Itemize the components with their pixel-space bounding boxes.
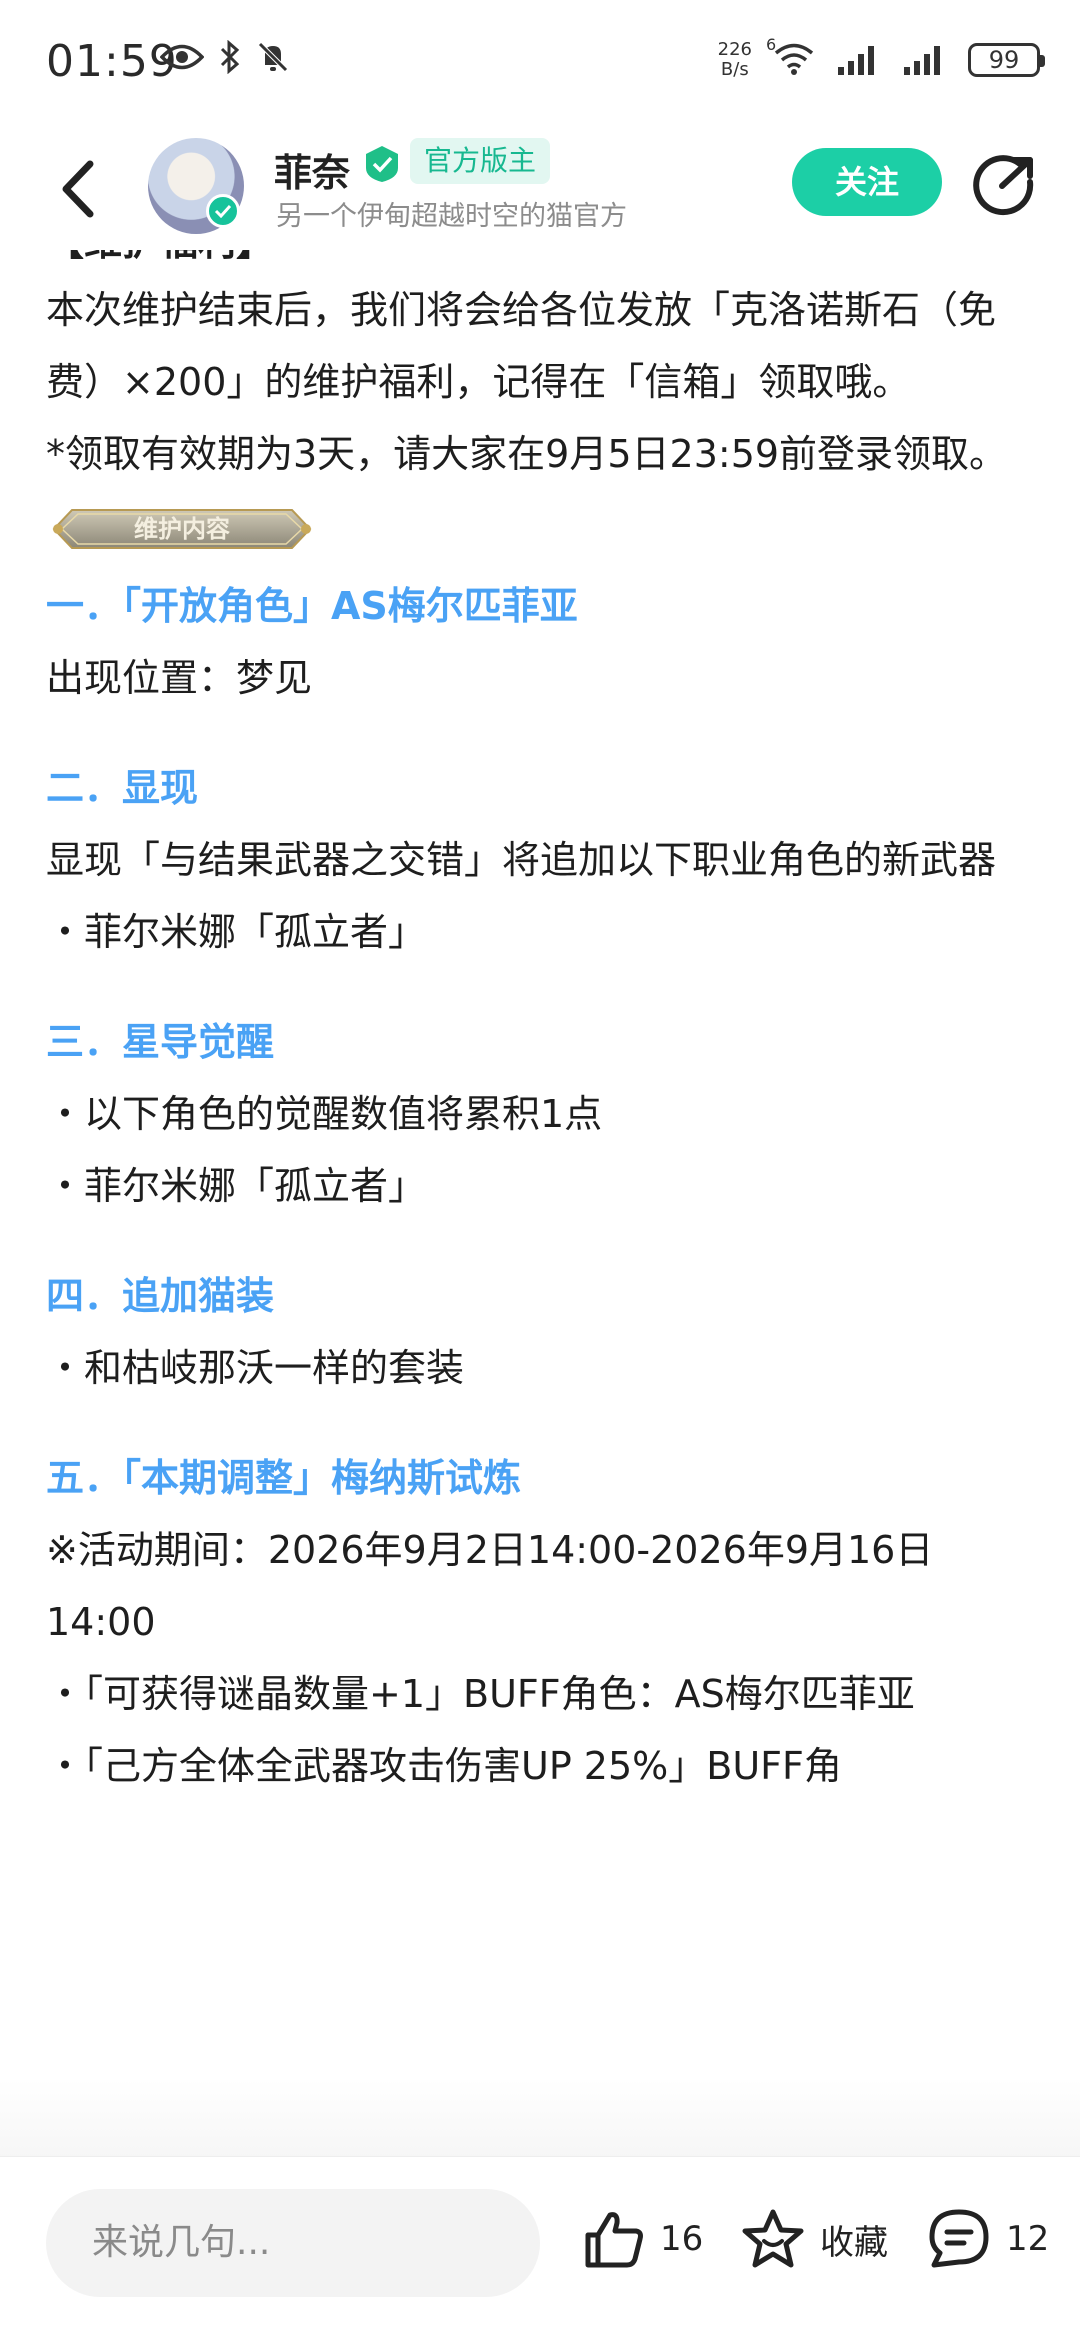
section-heading: 五．「本期调整」梅纳斯试炼 [46, 1456, 522, 1500]
author-subtitle: 另一个伊甸超越时空的猫官方 [276, 201, 627, 232]
post-content: 【维护福利】 本次维护结束后，我们将会给各位发放「克洛诺斯石（免费）×200」的… [46, 250, 1036, 1802]
section-2: 二．显现 显现「与结果武器之交错」将追加以下职业角色的新武器 ・菲尔米娜「孤立者… [46, 752, 1036, 968]
section-line: ・菲尔米娜「孤立者」 [46, 1164, 427, 1208]
banner-label: 维护内容 [134, 514, 230, 543]
net-speed-value: 226 [717, 39, 752, 60]
status-left-icons [160, 40, 290, 74]
signal-icon [838, 46, 874, 75]
section-line: 显现「与结果武器之交错」将追加以下职业角色的新武器 [46, 838, 997, 882]
wifi-indicator: 6 [766, 35, 816, 79]
bluetooth-icon [220, 40, 240, 74]
post-header: 菲奈 官方版主 另一个伊甸超越时空的猫官方 关注 [0, 130, 1080, 250]
thumbs-up-icon [585, 2212, 643, 2268]
section-4: 四．追加猫装 ・和枯岐那沃一样的套装 [46, 1260, 1036, 1404]
section-1: 一．「开放角色」AS梅尔匹菲亚 出现位置：梦见 [46, 570, 1036, 714]
follow-button[interactable]: 关注 [792, 148, 942, 216]
bottom-action-bar: 来说几句... 16 收藏 12 [0, 2156, 1080, 2325]
section-line: ※活动期间：2026年9月2日14:00-2026年9月16日14:00 [46, 1528, 934, 1644]
signal-icon-2 [904, 46, 940, 75]
moderator-shield-icon [366, 146, 398, 182]
star-icon [742, 2209, 804, 2268]
comment-bubble-icon [929, 2209, 989, 2268]
comment-button[interactable]: 12 [926, 2207, 1049, 2271]
favorite-button[interactable]: 收藏 [740, 2207, 888, 2271]
section-line: ・「己方全体全武器攻击伤害UP 25%」BUFF角 [46, 1744, 842, 1788]
section-line: 出现位置：梦见 [46, 656, 313, 700]
section-line: ・「可获得谜晶数量+1」BUFF角色：AS梅尔匹菲亚 [46, 1672, 915, 1716]
section-heading: 四．追加猫装 [46, 1274, 275, 1318]
wifi-icon [774, 43, 814, 75]
section-line: ・以下角色的觉醒数值将累积1点 [46, 1092, 603, 1136]
wifi-label: 6 [766, 35, 777, 54]
verified-check-icon [206, 194, 240, 228]
status-bar: 01:59 226 B/s 6 99 [0, 0, 1080, 130]
cut-heading-wrap: 【维护福利】 [46, 250, 1036, 274]
favorite-label: 收藏 [820, 2222, 888, 2263]
cut-heading: 【维护福利】 [46, 250, 1036, 274]
comment-input[interactable]: 来说几句... [46, 2189, 540, 2297]
section-3: 三．星导觉醒 ・以下角色的觉醒数值将累积1点 ・菲尔米娜「孤立者」 [46, 1006, 1036, 1222]
like-button[interactable]: 16 [582, 2207, 703, 2271]
net-speed: 226 B/s [718, 40, 752, 80]
battery-icon: 99 [968, 43, 1045, 77]
section-5: 五．「本期调整」梅纳斯试炼 ※活动期间：2026年9月2日14:00-2026年… [46, 1442, 1036, 1802]
back-arrow-icon[interactable] [54, 154, 104, 224]
section-heading: 三．星导觉醒 [46, 1020, 275, 1064]
mute-bell-icon [258, 42, 288, 72]
section-heading: 二．显现 [46, 766, 199, 810]
like-count: 16 [660, 2219, 704, 2259]
content-fade [0, 2080, 1080, 2160]
share-icon[interactable] [972, 152, 1038, 218]
status-time: 01:59 [46, 36, 178, 87]
eye-icon [160, 44, 204, 70]
section-line: ・菲尔米娜「孤立者」 [46, 910, 427, 954]
role-badge: 官方版主 [410, 138, 551, 184]
status-right-icons: 226 B/s 6 99 [718, 35, 1045, 80]
welfare-note: *领取有效期为3天，请大家在9月5日23:59前登录领取。 [46, 432, 1008, 476]
net-speed-unit: B/s [720, 59, 749, 80]
section-line: ・和枯岐那沃一样的套装 [46, 1346, 465, 1390]
section-banner-image: 维护内容 [52, 509, 312, 549]
section-heading: 一．「开放角色」AS梅尔匹菲亚 [46, 584, 578, 628]
comment-count: 12 [1006, 2219, 1050, 2259]
welfare-text: 本次维护结束后，我们将会给各位发放「克洛诺斯石（免费）×200」的维护福利，记得… [46, 288, 997, 404]
author-name[interactable]: 菲奈 [274, 142, 350, 197]
